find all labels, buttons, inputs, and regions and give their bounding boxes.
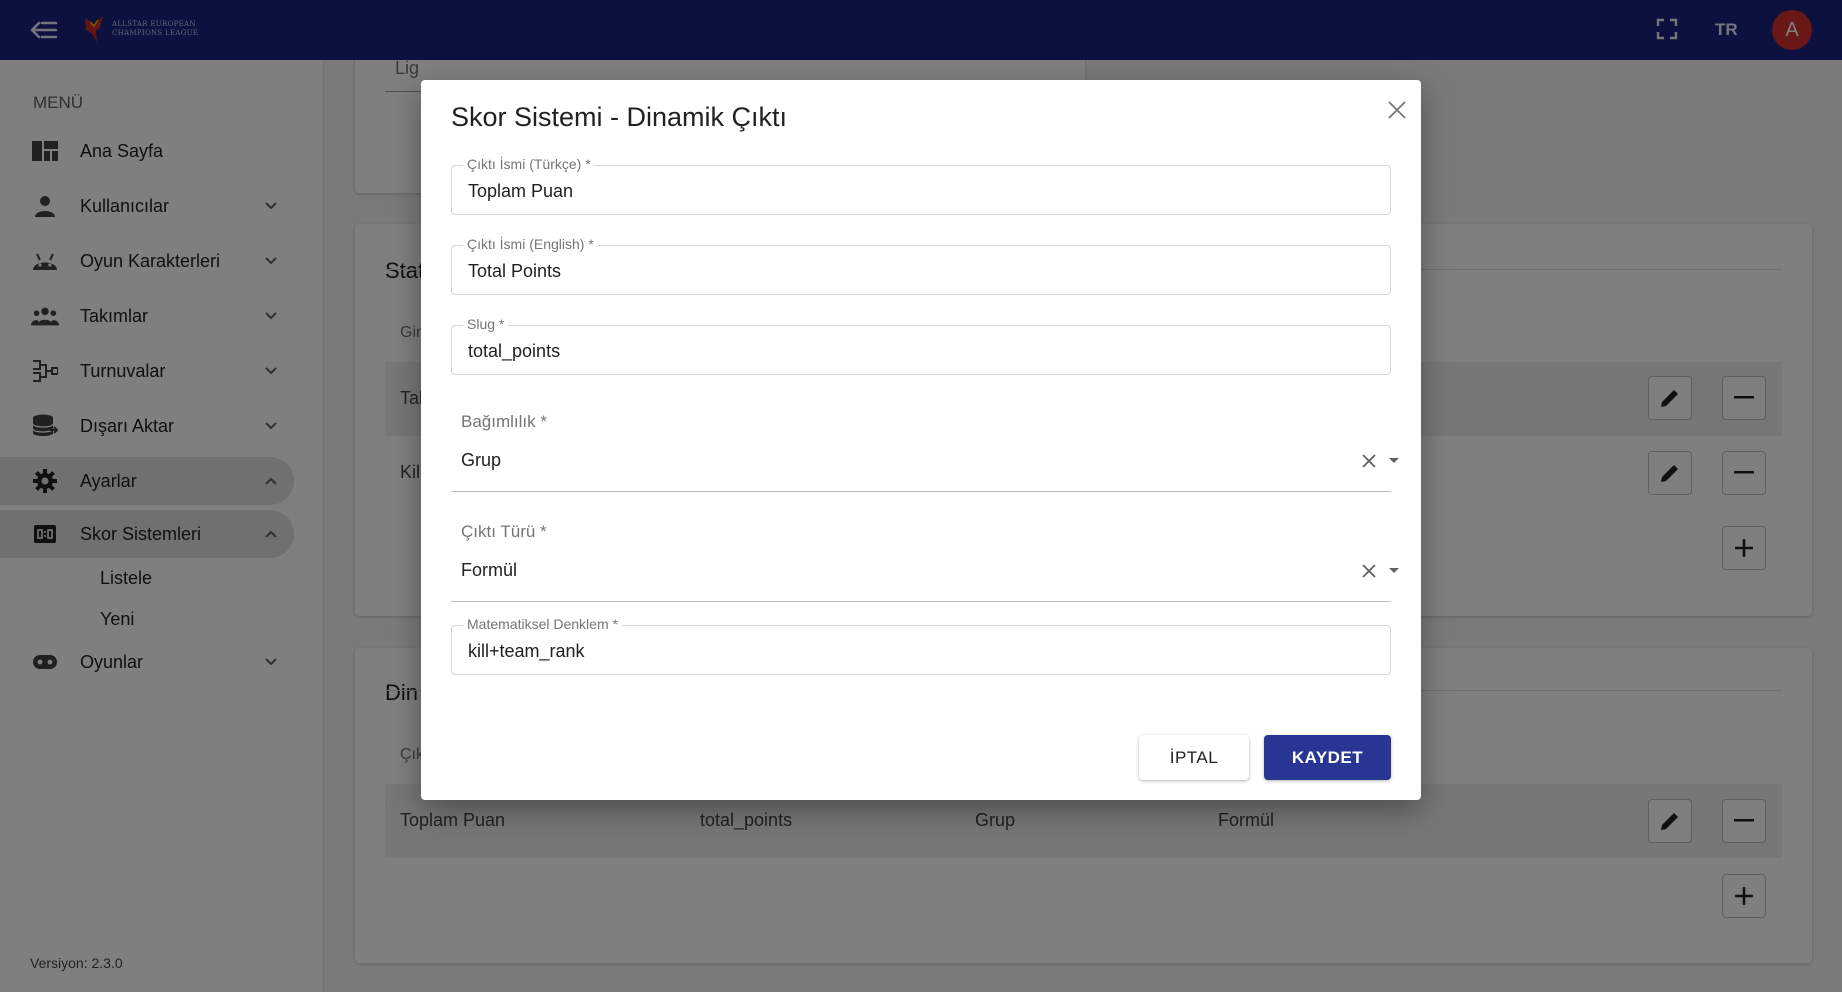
select-value: Formül	[461, 560, 518, 580]
name-en-field[interactable]: Çıktı İsmi (English) * Total Points	[451, 236, 1391, 295]
field-value: kill+team_rank	[468, 641, 585, 661]
cancel-button[interactable]: İPTAL	[1139, 735, 1249, 780]
field-value: total_points	[468, 341, 561, 361]
output-type-select[interactable]: Çıktı Türü * Formül	[451, 522, 1399, 602]
dropdown-arrow-icon[interactable]	[1389, 458, 1399, 463]
select-label: Bağımlılık *	[461, 412, 547, 431]
field-value: Toplam Puan	[468, 181, 574, 201]
clear-icon[interactable]	[1358, 450, 1380, 472]
slug-field[interactable]: Slug * total_points	[451, 316, 1391, 375]
close-icon[interactable]	[1383, 96, 1411, 124]
dropdown-arrow-icon[interactable]	[1389, 568, 1399, 573]
dialog-title: Skor Sistemi - Dinamik Çıktı	[451, 102, 788, 132]
field-value: Total Points	[468, 261, 562, 281]
save-button[interactable]: KAYDET	[1264, 735, 1391, 780]
equation-field[interactable]: Matematiksel Denklem * kill+team_rank	[451, 616, 1391, 675]
select-value: Grup	[461, 450, 502, 470]
select-label: Çıktı Türü *	[461, 522, 547, 541]
field-label: Çıktı İsmi (Türkçe) *	[463, 156, 595, 172]
field-label: Matematiksel Denklem *	[463, 616, 622, 632]
field-label: Çıktı İsmi (English) *	[463, 236, 598, 252]
field-label: Slug *	[463, 316, 509, 332]
dynamic-output-dialog: Skor Sistemi - Dinamik Çıktı Çıktı İsmi …	[421, 80, 1421, 800]
dependency-select[interactable]: Bağımlılık * Grup	[451, 412, 1399, 492]
clear-icon[interactable]	[1358, 560, 1380, 582]
name-tr-field[interactable]: Çıktı İsmi (Türkçe) * Toplam Puan	[451, 156, 1391, 215]
